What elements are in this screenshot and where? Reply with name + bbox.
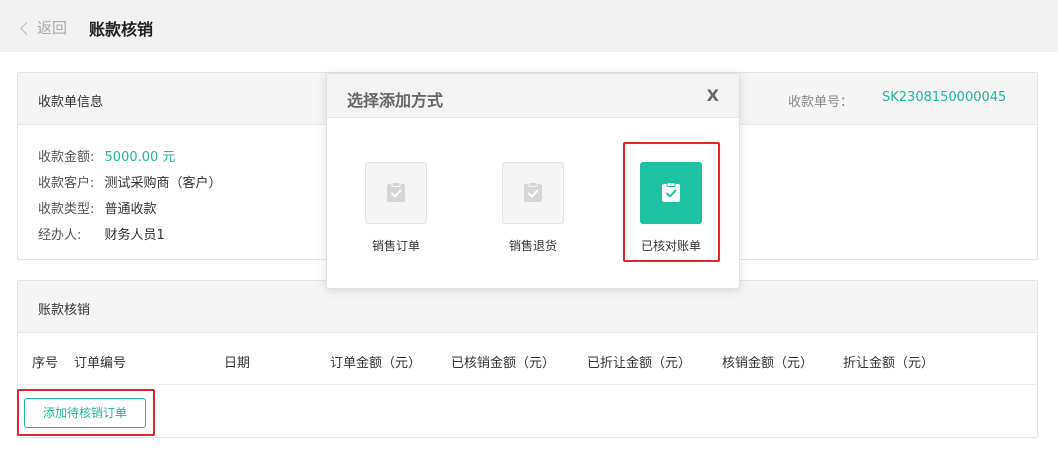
receipt-handler-label: 经办人:: [38, 228, 82, 243]
option-sales-order-tile[interactable]: [365, 162, 427, 224]
col-writeoff-amount: 核销金额（元）: [722, 356, 814, 371]
option-sales-return-tile[interactable]: [502, 162, 564, 224]
receipt-sn-label: 收款单号：: [788, 95, 854, 110]
receipt-info-title: 收款单信息: [38, 95, 104, 110]
option-reconciled-statement-label: 已核对账单: [640, 239, 701, 253]
receipt-amount-value: 5000.00 元: [104, 150, 176, 165]
page-title: 账款核销: [89, 20, 154, 39]
writeoff-table-header: 序号 订单编号 日期 订单金额（元） 已核销金额（元） 已折让金额（元） 核销金…: [18, 333, 1037, 385]
receipt-amount-label: 收款金额:: [38, 150, 95, 165]
option-reconciled-statement[interactable]: 已核对账单: [639, 162, 703, 254]
receipt-customer-row: 收款客户: 测试采购商（客户）: [38, 172, 222, 191]
receipt-handler-value: 财务人员1: [104, 228, 165, 243]
receipt-sn-value: SK2308150000045: [882, 90, 1007, 105]
back-label: 返回: [37, 19, 68, 37]
modal-header: 选择添加方式 X: [327, 74, 739, 118]
col-written-off-amount: 已核销金额（元）: [451, 356, 556, 371]
clipboard-check-icon: [662, 182, 680, 202]
clipboard-check-icon: [387, 182, 405, 202]
top-bar: 返回 账款核销: [0, 0, 1058, 52]
option-sales-order-label: 销售订单: [371, 239, 420, 253]
option-sales-order[interactable]: 销售订单: [364, 162, 428, 254]
receipt-type-row: 收款类型: 普通收款: [38, 198, 157, 217]
col-date: 日期: [224, 356, 251, 371]
receipt-customer-label: 收款客户:: [38, 176, 95, 191]
receipt-customer-value: 测试采购商（客户）: [104, 176, 222, 191]
writeoff-title: 账款核销: [38, 303, 91, 318]
add-method-modal: 选择添加方式 X 销售订单 销售退货 已核对账单: [326, 73, 740, 289]
add-pending-order-button[interactable]: 添加待核销订单: [24, 398, 146, 428]
back-button[interactable]: 返回: [20, 17, 68, 38]
modal-close-button[interactable]: X: [707, 86, 719, 105]
modal-title: 选择添加方式: [347, 91, 444, 110]
receipt-amount-row: 收款金额: 5000.00 元: [38, 146, 175, 165]
receipt-handler-row: 经办人: 财务人员1: [38, 224, 165, 243]
clipboard-check-icon: [524, 182, 542, 202]
option-sales-return[interactable]: 销售退货: [501, 162, 565, 254]
col-index: 序号: [32, 356, 59, 371]
option-sales-return-label: 销售退货: [508, 239, 557, 253]
col-order-amount: 订单金额（元）: [330, 356, 422, 371]
col-discount-amount: 折让金额（元）: [843, 356, 935, 371]
col-discounted-amount: 已折让金额（元）: [587, 356, 692, 371]
receipt-type-value: 普通收款: [104, 202, 157, 217]
writeoff-card: 账款核销 序号 订单编号 日期 订单金额（元） 已核销金额（元） 已折让金额（元…: [17, 280, 1038, 438]
receipt-type-label: 收款类型:: [38, 202, 95, 217]
option-reconciled-statement-tile[interactable]: [640, 162, 702, 224]
chevron-left-icon: [20, 21, 33, 35]
col-order-no: 订单编号: [74, 356, 127, 371]
